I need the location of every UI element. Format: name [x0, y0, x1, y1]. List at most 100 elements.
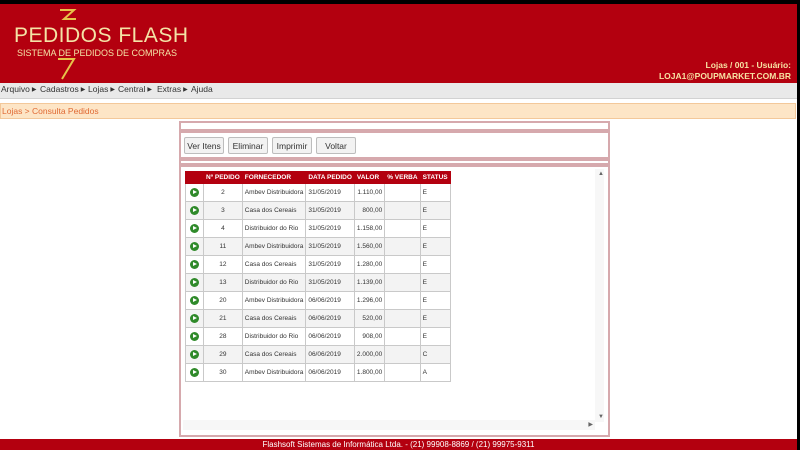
header-action — [185, 171, 204, 184]
menu-label: Central — [118, 84, 146, 94]
eliminar-button[interactable]: Eliminar — [228, 137, 268, 154]
cell-data: 06/06/2019 — [305, 363, 355, 382]
cell-status: E — [419, 201, 451, 220]
cell-verba — [384, 345, 421, 364]
horizontal-scrollbar[interactable]: ▶ — [183, 420, 595, 430]
vertical-scrollbar[interactable]: ▲ ▼ — [595, 169, 604, 422]
arrow-right-circle-icon[interactable] — [190, 332, 199, 341]
table-row[interactable]: 30 Ambev Distribuidora 06/06/2019 1.800,00 A — [185, 363, 451, 382]
row-action[interactable] — [185, 219, 204, 238]
row-action[interactable] — [185, 363, 204, 382]
cell-verba — [384, 201, 421, 220]
cell-fornecedor: Casa dos Cereais — [241, 309, 307, 328]
row-action[interactable] — [185, 291, 204, 310]
menu-label: Cadastros — [40, 84, 79, 94]
row-action[interactable] — [185, 183, 204, 202]
table-row[interactable]: 3 Casa dos Cereais 31/05/2019 800,00 E — [185, 201, 451, 220]
cell-pedido: 2 — [203, 183, 243, 202]
arrow-right-circle-icon[interactable] — [190, 296, 199, 305]
cell-verba — [384, 309, 421, 328]
page: PEDIDOS FLASH SISTEMA DE PEDIDOS DE COMP… — [0, 0, 800, 450]
app-window: PEDIDOS FLASH SISTEMA DE PEDIDOS DE COMP… — [0, 4, 797, 450]
table-row[interactable]: 29 Casa dos Cereais 06/06/2019 2.000,00 C — [185, 345, 451, 364]
user-email: LOJA1@POUPMARKET.COM.BR — [658, 71, 791, 81]
arrow-right-circle-icon[interactable] — [190, 242, 199, 251]
arrow-right-circle-icon[interactable] — [190, 188, 199, 197]
row-action[interactable] — [185, 201, 204, 220]
cell-verba — [384, 255, 421, 274]
cell-fornecedor: Ambev Distribuidora — [241, 291, 307, 310]
cell-valor: 1.110,00 — [353, 183, 386, 202]
cell-status: E — [419, 219, 451, 238]
scroll-up-icon[interactable]: ▲ — [598, 171, 604, 177]
cell-fornecedor: Ambev Distribuidora — [241, 183, 307, 202]
table-row[interactable]: 12 Casa dos Cereais 31/05/2019 1.280,00 E — [185, 255, 451, 274]
row-action[interactable] — [185, 309, 204, 328]
arrow-right-circle-icon[interactable] — [190, 224, 199, 233]
ver-itens-button[interactable]: Ver Itens — [184, 137, 224, 154]
table-row[interactable]: 28 Distribuidor do Rio 06/06/2019 908,00 E — [185, 327, 451, 346]
header-valor: VALOR — [353, 171, 386, 184]
cell-fornecedor: Ambev Distribuidora — [241, 363, 307, 382]
arrow-right-circle-icon[interactable] — [190, 314, 199, 323]
cell-data: 31/05/2019 — [305, 183, 355, 202]
voltar-button[interactable]: Voltar — [316, 137, 356, 154]
menu-label: Arquivo — [1, 84, 30, 94]
cell-data: 06/06/2019 — [305, 345, 355, 364]
cell-data: 31/05/2019 — [305, 219, 355, 238]
arrow-right-circle-icon[interactable] — [190, 278, 199, 287]
menu-lojas[interactable]: Lojas ▶ — [88, 84, 115, 94]
cell-pedido: 21 — [203, 309, 243, 328]
cell-verba — [384, 219, 421, 238]
table-row[interactable]: 13 Distribuidor do Rio 31/05/2019 1.139,00 E — [185, 273, 451, 292]
table-row[interactable]: 4 Distribuidor do Rio 31/05/2019 1.158,00 E — [185, 219, 451, 238]
scroll-down-icon[interactable]: ▼ — [598, 414, 604, 420]
cell-valor: 1.800,00 — [353, 363, 386, 382]
row-action[interactable] — [185, 237, 204, 256]
cell-data: 06/06/2019 — [305, 291, 355, 310]
arrow-right-circle-icon[interactable] — [190, 350, 199, 359]
cell-verba — [384, 327, 421, 346]
menu-central[interactable]: Central ▶ — [118, 84, 152, 94]
row-action[interactable] — [185, 345, 204, 364]
table-row[interactable]: 20 Ambev Distribuidora 06/06/2019 1.296,00 E — [185, 291, 451, 310]
breadcrumb: Lojas > Consulta Pedidos — [0, 103, 796, 119]
table-row[interactable]: 21 Casa dos Cereais 06/06/2019 520,00 E — [185, 309, 451, 328]
header-fornecedor: FORNECEDOR — [241, 171, 307, 184]
cell-pedido: 12 — [203, 255, 243, 274]
menu-arquivo[interactable]: Arquivo ▶ — [1, 84, 36, 94]
row-action[interactable] — [185, 327, 204, 346]
cell-verba — [384, 273, 421, 292]
imprimir-button[interactable]: Imprimir — [272, 137, 312, 154]
arrow-right-circle-icon[interactable] — [190, 368, 199, 377]
cell-status: E — [419, 237, 451, 256]
table-row[interactable]: 2 Ambev Distribuidora 31/05/2019 1.110,00 E — [185, 183, 451, 202]
menu-ajuda[interactable]: Ajuda — [191, 84, 213, 94]
caret-right-icon: ▶ — [80, 87, 86, 93]
cell-data: 06/06/2019 — [305, 309, 355, 328]
cell-fornecedor: Casa dos Cereais — [241, 255, 307, 274]
cell-valor: 520,00 — [353, 309, 386, 328]
caret-right-icon: ▶ — [31, 87, 37, 93]
cell-valor: 1.139,00 — [353, 273, 386, 292]
cell-pedido: 20 — [203, 291, 243, 310]
orders-table-body: 2 Ambev Distribuidora 31/05/2019 1.110,00 E 3… — [185, 183, 451, 382]
user-location: Lojas / 001 - Usuário: — [705, 60, 792, 70]
arrow-right-circle-icon[interactable] — [190, 260, 199, 269]
row-action[interactable] — [185, 273, 204, 292]
top-panel — [179, 121, 610, 131]
cell-status: A — [419, 363, 451, 382]
scroll-right-icon[interactable]: ▶ — [588, 421, 593, 428]
menu-cadastros[interactable]: Cadastros ▶ — [40, 84, 85, 94]
cell-data: 31/05/2019 — [305, 201, 355, 220]
header-verba: % VERBA — [384, 171, 421, 184]
arrow-right-circle-icon[interactable] — [190, 206, 199, 215]
table-row[interactable]: 11 Ambev Distribuidora 31/05/2019 1.560,00 E — [185, 237, 451, 256]
cell-pedido: 11 — [203, 237, 243, 256]
header: PEDIDOS FLASH SISTEMA DE PEDIDOS DE COMP… — [0, 4, 797, 83]
table-header-row: Nº PEDIDO FORNECEDOR DATA PEDIDO VALOR %… — [185, 171, 451, 184]
row-action[interactable] — [185, 255, 204, 274]
cell-pedido: 30 — [203, 363, 243, 382]
menu-extras[interactable]: Extras ▶ — [157, 84, 188, 94]
cell-data: 31/05/2019 — [305, 273, 355, 292]
